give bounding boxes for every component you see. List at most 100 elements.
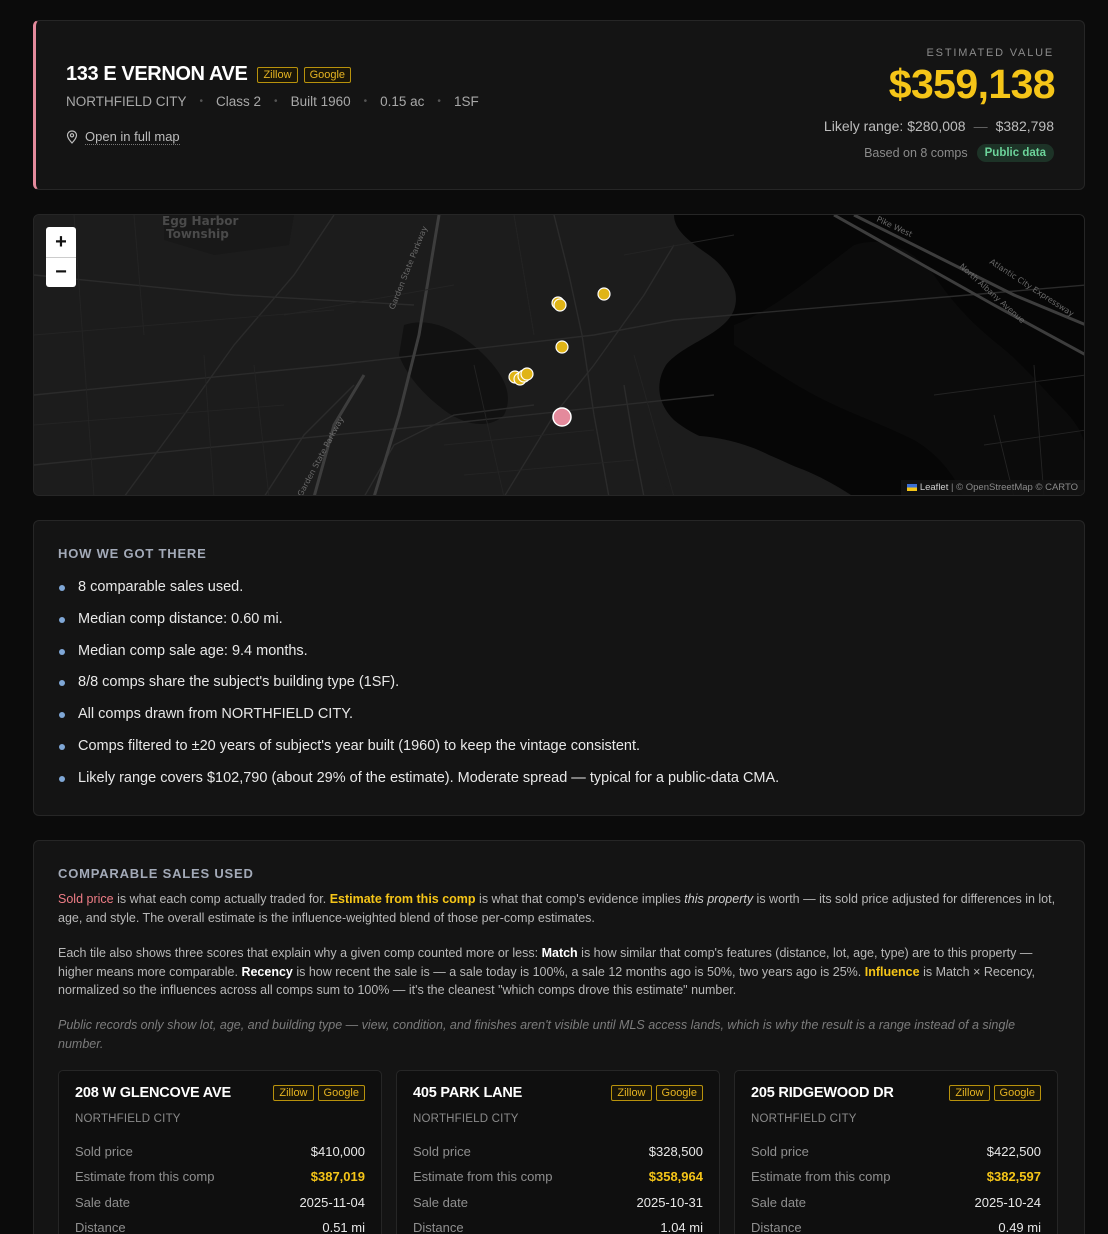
public-records-note: Public records only show lot, age, and b… [58,1018,1016,1051]
sold-price-value: $328,500 [648,1144,703,1159]
list-item: 8 comparable sales used. [58,579,779,611]
section-title: HOW WE GOT THERE [58,546,207,561]
google-link[interactable]: Google [303,66,352,83]
estimate-value: $387,019 [310,1169,365,1184]
list-item: Likely range covers $102,790 (about 29% … [58,770,779,802]
list-item: 8/8 comps share the subject's building t… [58,674,779,706]
term-estimate-from-comp: Estimate from this comp [329,892,476,906]
comp-tile: 205 RIDGEWOOD DR Zillow Google NORTHFIEL… [734,1070,1058,1234]
distance-value: 0.51 mi [322,1220,365,1234]
list-item: All comps drawn from NORTHFIELD CITY. [58,706,779,738]
estimate-value: $358,964 [648,1169,703,1184]
comp-row-distance: Distance 1.04 mi [413,1220,703,1234]
comp-city: NORTHFIELD CITY [413,1113,519,1125]
comp-row-date: Sale date 2025-10-24 [751,1195,1041,1210]
map-pin-icon [66,130,78,144]
row-label: Sold price [413,1144,471,1159]
comp-city: NORTHFIELD CITY [751,1113,857,1125]
open-full-map-link[interactable]: Open in full map [66,129,180,145]
map-tiles[interactable]: Egg Harbor Township Garden State Parkway… [34,215,1085,496]
estimated-value-label: ESTIMATED VALUE [926,47,1054,59]
subject-class: Class 2 [216,94,262,109]
meta-separator: • [199,96,204,107]
row-label: Sold price [75,1144,133,1159]
row-label: Sale date [413,1195,468,1210]
public-data-badge: Public data [976,144,1054,162]
subject-type: 1SF [453,94,479,109]
term-this-property: this property [684,892,754,906]
comp-address: 208 W GLENCOVE AVE [75,1085,231,1101]
distance-value: 0.49 mi [998,1220,1041,1234]
zillow-link[interactable]: Zillow [611,1085,652,1101]
comp-tile: 405 PARK LANE Zillow Google NORTHFIELD C… [396,1070,720,1234]
comp-marker[interactable] [555,340,569,354]
row-label: Estimate from this comp [751,1169,891,1184]
distance-value: 1.04 mi [660,1220,703,1234]
estimated-value: $359,138 [888,61,1056,107]
comp-address: 405 PARK LANE [413,1085,523,1101]
comp-links: Zillow Google [273,1085,365,1101]
leaflet-link[interactable]: Leaflet [920,482,949,493]
sold-price-value: $410,000 [310,1144,365,1159]
zoom-controls: + − [46,227,76,287]
property-header: 133 E VERNON AVE Zillow Google NORTHFIEL… [33,20,1085,190]
row-label: Sale date [75,1195,130,1210]
comp-marker[interactable] [553,298,567,312]
section-title: COMPARABLE SALES USED [58,866,254,881]
subject-lot: 0.15 ac [380,94,425,109]
subject-meta: NORTHFIELD CITY • Class 2 • Built 1960 •… [66,94,479,109]
map-attribution: Leaflet | © OpenStreetMap © CARTO [901,480,1084,495]
term-match: Match [541,946,578,960]
comps-map[interactable]: Egg Harbor Township Garden State Parkway… [33,214,1085,496]
comp-row-sold: Sold price $410,000 [75,1144,365,1159]
comp-row-estimate: Estimate from this comp $387,019 [75,1169,365,1184]
explainer-text: is what each comp actually traded for. [113,892,330,906]
sold-vs-estimate-explainer: Sold price is what each comp actually tr… [58,890,1058,927]
range-high: $382,798 [995,118,1054,134]
meta-separator: • [437,96,441,107]
likely-range: Likely range: $280,008 — $382,798 [824,118,1054,134]
subject-marker[interactable] [552,407,572,427]
sale-date-value: 2025-10-31 [636,1195,704,1210]
google-link[interactable]: Google [993,1085,1041,1101]
comps-count: Based on 8 comps [864,146,968,160]
comp-marker[interactable] [597,287,611,301]
term-sold-price: Sold price [58,892,114,906]
term-recency: Recency [241,964,293,979]
zillow-link[interactable]: Zillow [949,1085,990,1101]
row-label: Sold price [751,1144,809,1159]
estimate-value: $382,597 [986,1169,1041,1184]
ukraine-flag-icon [907,483,918,491]
open-full-map-label: Open in full map [85,129,180,145]
zillow-link[interactable]: Zillow [273,1085,314,1101]
row-label: Distance [413,1220,464,1234]
scores-explainer: Each tile also shows three scores that e… [58,944,1058,1000]
meta-separator: • [363,96,368,107]
comp-links: Zillow Google [611,1085,703,1101]
google-link[interactable]: Google [317,1085,365,1101]
sale-date-value: 2025-10-24 [974,1195,1042,1210]
explainer-text: Each tile also shows three scores that e… [58,946,542,960]
google-link[interactable]: Google [655,1085,703,1101]
subject-address: 133 E VERNON AVE [66,63,248,85]
row-label: Estimate from this comp [75,1169,215,1184]
comp-row-distance: Distance 0.51 mi [75,1220,365,1234]
comp-row-distance: Distance 0.49 mi [751,1220,1041,1234]
list-item: Median comp sale age: 9.4 months. [58,643,779,675]
explainer-text: is what that comp's evidence implies [475,892,685,906]
comp-row-sold: Sold price $422,500 [751,1144,1041,1159]
zoom-in-button[interactable]: + [46,227,76,257]
attribution-text: | © OpenStreetMap © CARTO [948,482,1078,493]
comp-row-sold: Sold price $328,500 [413,1144,703,1159]
sold-price-value: $422,500 [986,1144,1041,1159]
comp-row-estimate: Estimate from this comp $382,597 [751,1169,1041,1184]
comp-links: Zillow Google [949,1085,1041,1101]
meta-separator: • [274,96,278,107]
comp-row-date: Sale date 2025-10-31 [413,1195,703,1210]
zoom-out-button[interactable]: − [46,257,76,287]
comp-row-estimate: Estimate from this comp $358,964 [413,1169,703,1184]
zillow-link[interactable]: Zillow [257,66,298,83]
comp-marker[interactable] [520,367,534,381]
term-influence: Influence [864,964,920,979]
comp-row-date: Sale date 2025-11-04 [75,1195,365,1210]
